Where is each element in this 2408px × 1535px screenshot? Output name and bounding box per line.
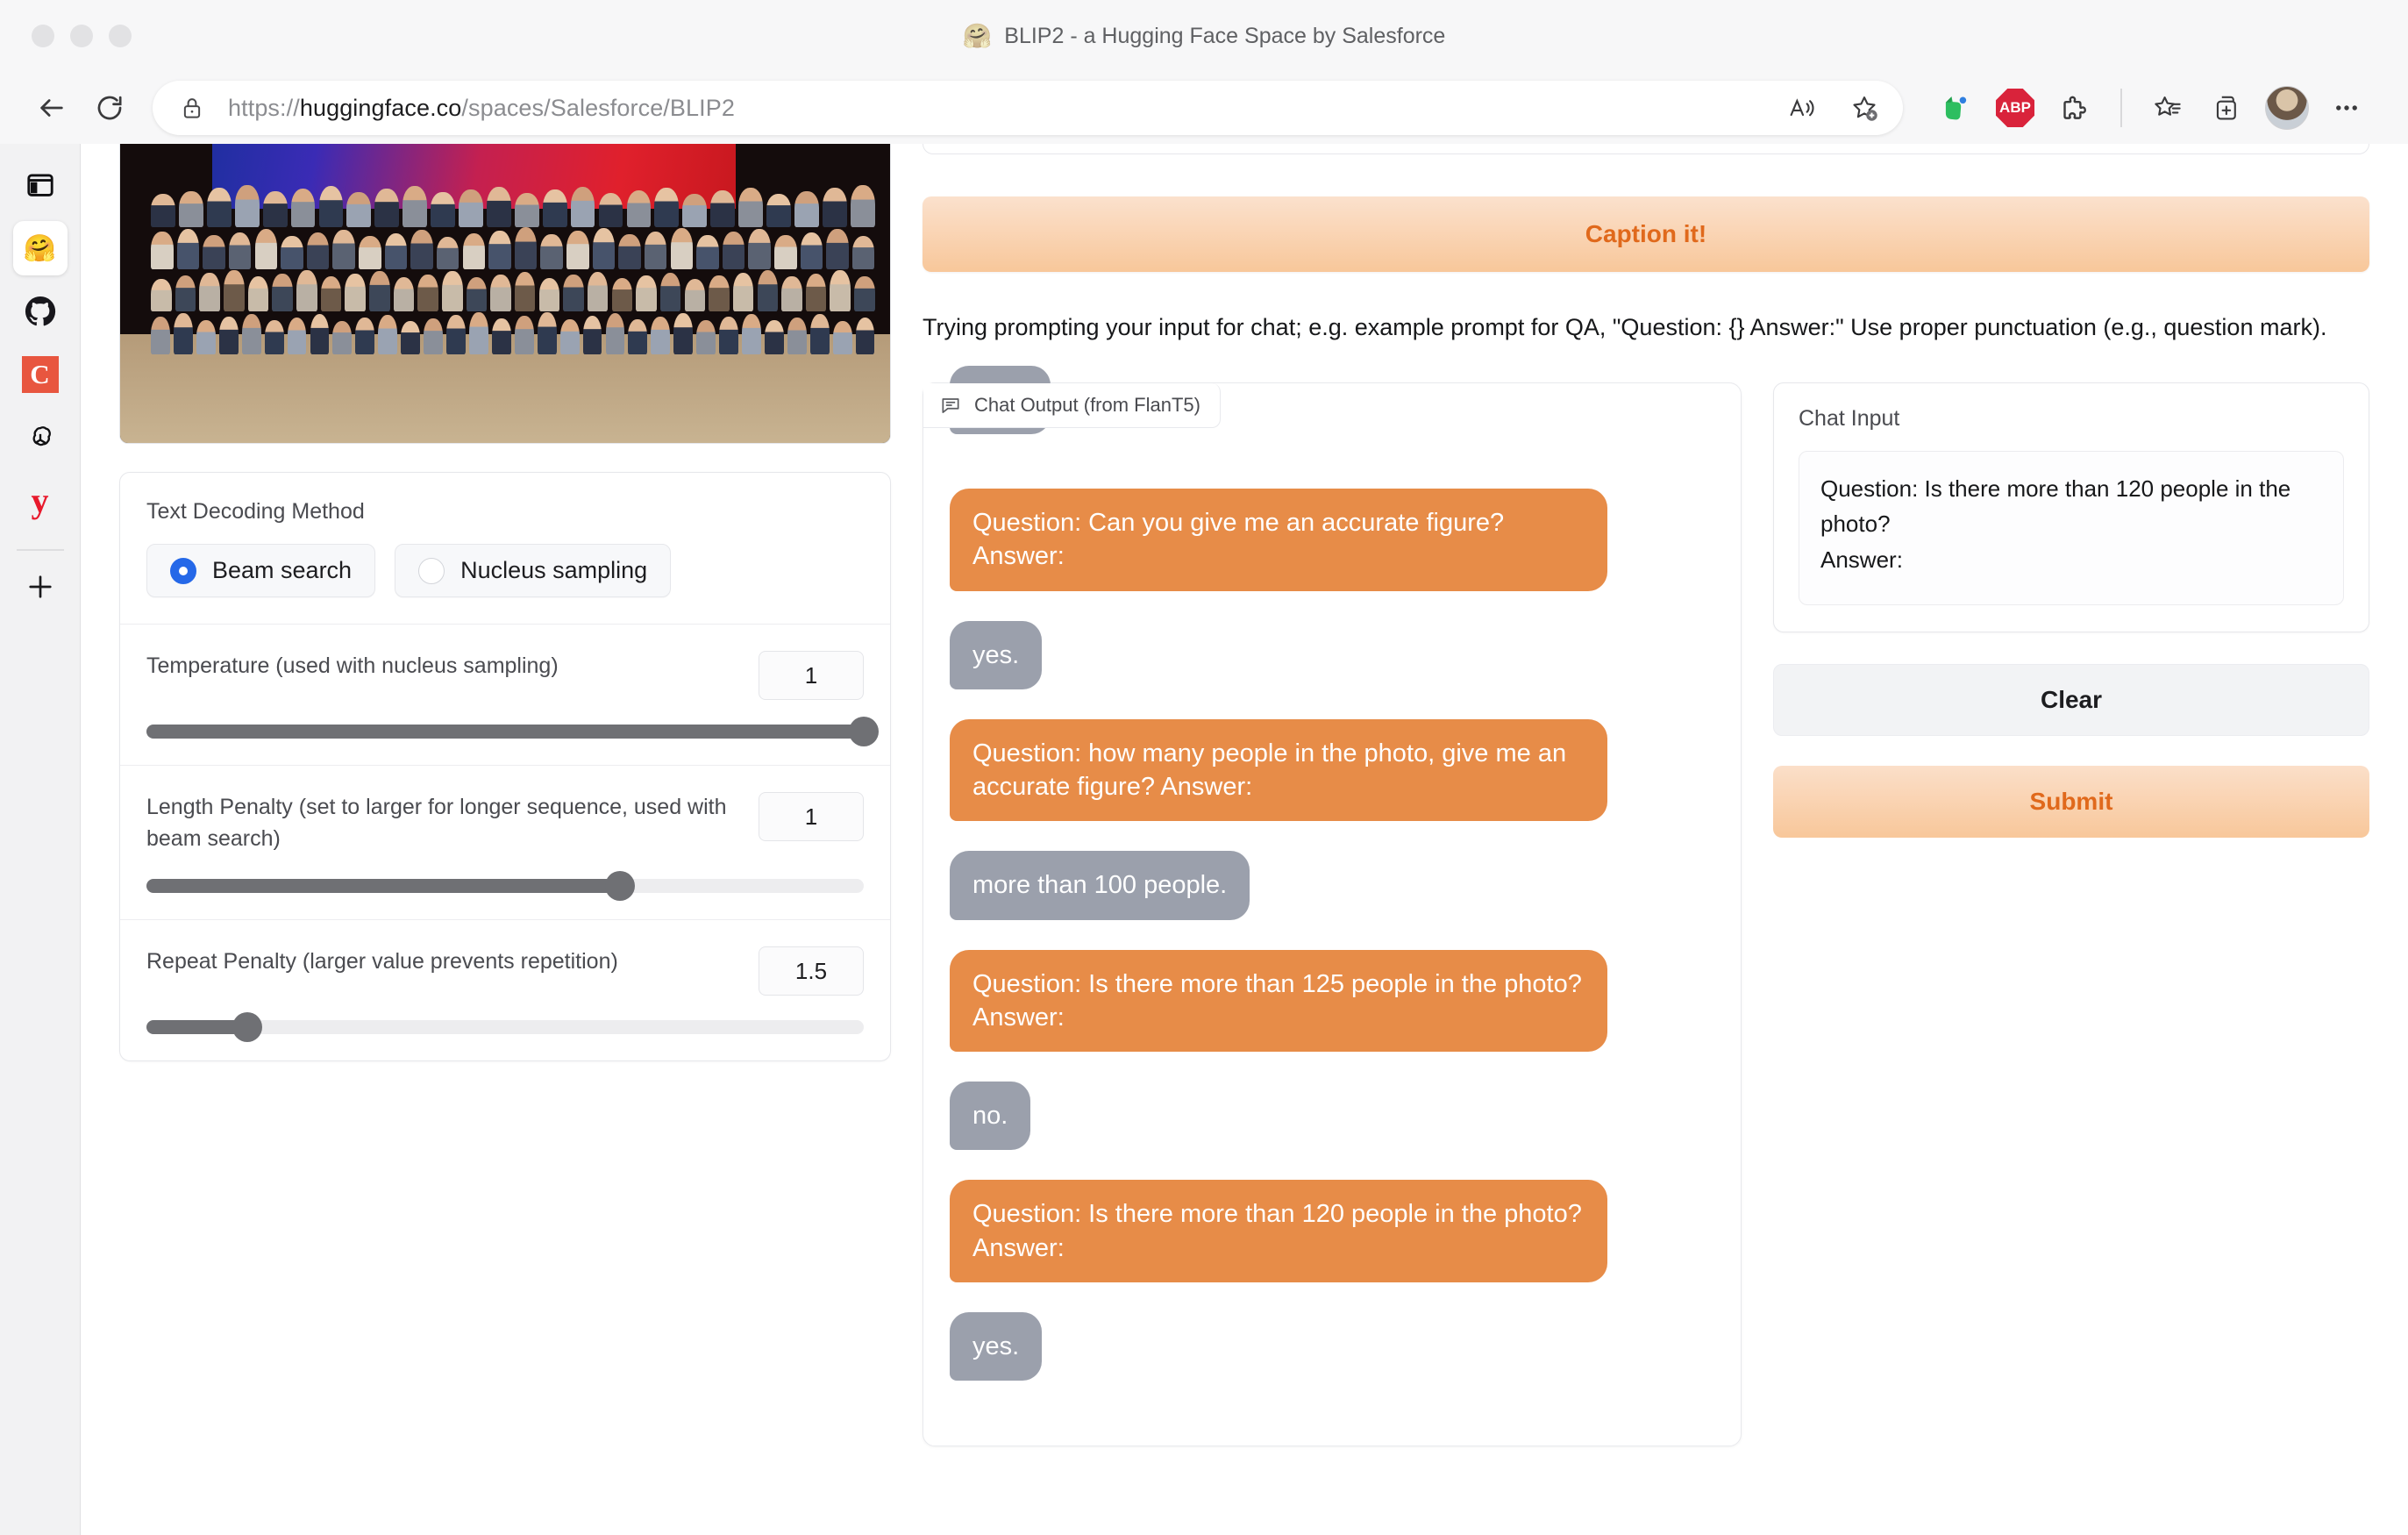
repeat-penalty-slider-section: Repeat Penalty (larger value prevents re… — [120, 920, 890, 1060]
yandex-y-icon: y — [31, 481, 49, 520]
radio-nucleus-sampling[interactable]: Nucleus sampling — [395, 544, 672, 597]
chat-message-bot: yes. — [950, 620, 1043, 689]
radio-beam-search-label: Beam search — [212, 557, 353, 583]
repeat-penalty-slider[interactable] — [146, 1012, 864, 1042]
chat-input-label: Chat Input — [1799, 405, 1900, 431]
huggingface-emoji-icon: 🤗 — [23, 233, 57, 263]
toolbar-divider — [2120, 89, 2122, 127]
back-button[interactable] — [23, 79, 81, 137]
temperature-value[interactable]: 1 — [759, 651, 864, 700]
sidebar-add-button[interactable] — [13, 560, 68, 614]
title-bar: 🤗 BLIP2 - a Hugging Face Space by Salesf… — [0, 0, 2408, 72]
read-aloud-icon[interactable] — [1775, 82, 1827, 134]
length-penalty-label: Length Penalty (set to larger for longer… — [146, 795, 727, 851]
radio-nucleus-sampling-indicator[interactable] — [418, 557, 445, 584]
sidebar-item-coursera[interactable]: C — [13, 347, 68, 402]
add-collection-icon[interactable] — [2201, 82, 2254, 134]
chat-message-bot: no. — [950, 1082, 1031, 1151]
sidebar-item-github[interactable] — [13, 284, 68, 339]
sidebar-item-split-pane[interactable] — [13, 158, 68, 212]
chat-message-user: Question: Is there more than 120 people … — [950, 1180, 1607, 1282]
caption-it-button[interactable]: Caption it! — [923, 196, 2369, 272]
repeat-penalty-label: Repeat Penalty (larger value prevents re… — [146, 949, 618, 974]
browser-window: 🤗 BLIP2 - a Hugging Face Space by Salesf… — [0, 0, 2408, 1535]
right-column: Caption it! Trying prompting your input … — [923, 144, 2369, 1535]
chat-output-label-text: Chat Output (from FlanT5) — [974, 393, 1200, 416]
radio-beam-search-indicator[interactable] — [170, 557, 196, 584]
caption-output-box-clipped[interactable] — [923, 144, 2369, 154]
chat-output-label: Chat Output (from FlanT5) — [923, 382, 1221, 428]
blip2-app: Text Decoding Method Beam search Nucleus… — [81, 144, 2408, 1535]
length-penalty-slider[interactable] — [146, 871, 864, 901]
input-image[interactable] — [119, 144, 891, 444]
decoding-method-section: Text Decoding Method Beam search Nucleus… — [120, 473, 890, 625]
profile-avatar[interactable] — [2261, 82, 2313, 134]
add-favorite-star-icon[interactable] — [1838, 82, 1891, 134]
chat-message-user: Question: Is there more than 125 people … — [950, 949, 1607, 1053]
chat-output-panel: Chat Output (from FlanT5) ople. Question… — [923, 365, 1742, 1447]
sidebar-item-yandex[interactable]: y — [13, 474, 68, 528]
radio-nucleus-sampling-label: Nucleus sampling — [460, 557, 648, 583]
chat-input-column: Chat Input Question: Is there more than … — [1773, 382, 2369, 838]
chat-message-bot: more than 100 people. — [950, 851, 1250, 920]
coursera-c-icon: C — [21, 356, 59, 393]
decoding-method-label: Text Decoding Method — [146, 499, 365, 524]
address-bar-actions — [1775, 82, 1891, 134]
sidebar-item-huggingface[interactable]: 🤗 — [12, 221, 68, 275]
temperature-slider[interactable] — [146, 717, 879, 746]
extensions-puzzle-icon[interactable] — [2048, 82, 2101, 134]
sidebar-rail: 🤗 C y — [0, 144, 81, 1535]
url-scheme: https:// — [228, 94, 300, 121]
adblock-plus-icon[interactable]: ABP — [1989, 82, 2041, 134]
adblock-plus-badge: ABP — [1996, 89, 2034, 127]
clear-button[interactable]: Clear — [1773, 663, 2369, 736]
browser-toolbar: https://huggingface.co/spaces/Salesforce… — [0, 72, 2408, 144]
decoding-method-radio-group[interactable]: Beam search Nucleus sampling — [146, 544, 864, 597]
chat-bubble-icon — [942, 397, 959, 413]
prompt-hint-text: Trying prompting your input for chat; e.… — [923, 314, 2327, 340]
temperature-slider-section: Temperature (used with nucleus sampling)… — [120, 625, 890, 766]
sidebar-item-openai[interactable] — [13, 411, 68, 465]
chat-message-user: Question: Can you give me an accurate fi… — [950, 489, 1607, 591]
lock-icon — [179, 95, 205, 121]
chat-row: Chat Output (from FlanT5) ople. Question… — [923, 365, 2369, 1447]
browser-body: 🤗 C y Text Decoding Method Beam search N… — [0, 144, 2408, 1535]
tab-title-text: BLIP2 - a Hugging Face Space by Salesfor… — [1004, 23, 1446, 48]
chat-input-field[interactable]: Question: Is there more than 120 people … — [1799, 450, 2344, 605]
chat-message-user: Question: how many people in the photo, … — [950, 718, 1607, 822]
length-penalty-value[interactable]: 1 — [759, 792, 864, 841]
toolbar-extensions: ABP — [1929, 82, 2373, 134]
url-path: /spaces/Salesforce/BLIP2 — [461, 94, 735, 121]
radio-beam-search[interactable]: Beam search — [146, 544, 376, 597]
more-options-icon[interactable] — [2320, 82, 2373, 134]
group-photo-image — [120, 144, 890, 443]
url-text[interactable]: https://huggingface.co/spaces/Salesforce… — [228, 95, 1775, 122]
address-bar[interactable]: https://huggingface.co/spaces/Salesforce… — [153, 81, 1903, 135]
active-tab[interactable]: 🤗 BLIP2 - a Hugging Face Space by Salesf… — [0, 24, 2408, 49]
generation-settings-card: Text Decoding Method Beam search Nucleus… — [119, 472, 891, 1061]
evernote-extension-icon[interactable] — [1929, 82, 1982, 134]
chat-message-list: Question: Can you give me an accurate fi… — [950, 489, 1714, 1382]
hugging-face-favicon-icon: 🤗 — [962, 22, 993, 49]
repeat-penalty-value[interactable]: 1.5 — [759, 946, 864, 996]
url-host: huggingface.co — [299, 94, 462, 121]
chat-message-bot: yes. — [950, 1311, 1043, 1382]
profile-avatar-image — [2265, 86, 2309, 130]
reload-button[interactable] — [81, 79, 139, 137]
page-viewport: Text Decoding Method Beam search Nucleus… — [81, 144, 2408, 1535]
submit-button[interactable]: Submit — [1773, 765, 2369, 838]
favorites-list-icon[interactable] — [2141, 82, 2194, 134]
length-penalty-slider-section: Length Penalty (set to larger for longer… — [120, 766, 890, 920]
temperature-label: Temperature (used with nucleus sampling) — [146, 653, 559, 678]
left-column: Text Decoding Method Beam search Nucleus… — [119, 144, 891, 1535]
chat-input-card: Chat Input Question: Is there more than … — [1773, 382, 2369, 632]
sidebar-divider — [16, 549, 64, 551]
